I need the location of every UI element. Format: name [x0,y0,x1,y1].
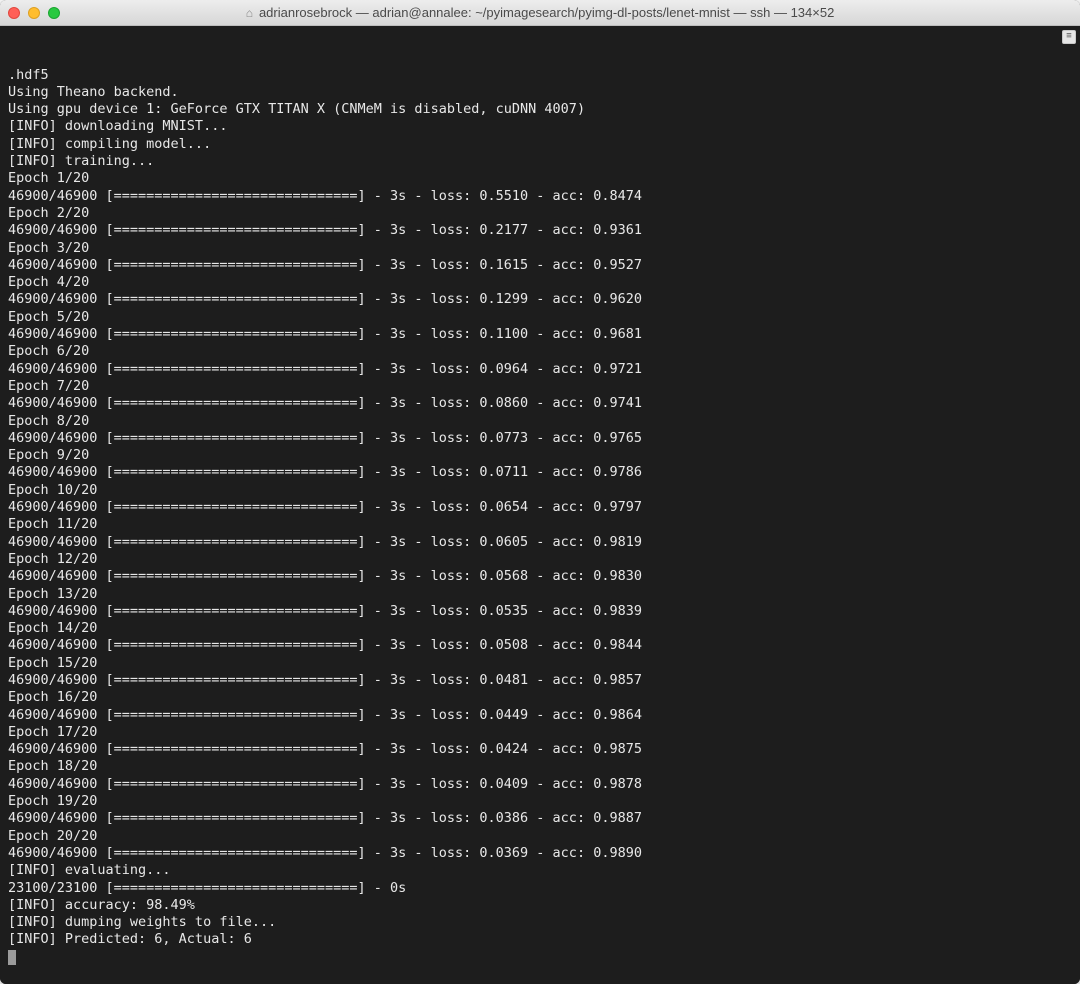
terminal-line: [INFO] compiling model... [8,136,1074,153]
scrollbar[interactable]: ≡ [1062,30,1076,980]
epoch-header: Epoch 13/20 [8,586,1074,603]
terminal-line: [INFO] training... [8,153,1074,170]
epoch-header: Epoch 2/20 [8,205,1074,222]
epoch-progress: 46900/46900 [===========================… [8,568,1074,585]
epoch-progress: 46900/46900 [===========================… [8,534,1074,551]
eval-progress: 23100/23100 [===========================… [8,880,1074,897]
minimize-button[interactable] [28,7,40,19]
epoch-header: Epoch 1/20 [8,170,1074,187]
epoch-progress: 46900/46900 [===========================… [8,672,1074,689]
epoch-header: Epoch 15/20 [8,655,1074,672]
epoch-progress: 46900/46900 [===========================… [8,188,1074,205]
epoch-header: Epoch 3/20 [8,240,1074,257]
close-button[interactable] [8,7,20,19]
epoch-progress: 46900/46900 [===========================… [8,603,1074,620]
epoch-progress: 46900/46900 [===========================… [8,430,1074,447]
terminal-body[interactable]: .hdf5Using Theano backend.Using gpu devi… [0,26,1080,984]
epoch-progress: 46900/46900 [===========================… [8,845,1074,862]
window-titlebar[interactable]: ⌂ adrianrosebrock — adrian@annalee: ~/py… [0,0,1080,26]
epoch-header: Epoch 7/20 [8,378,1074,395]
epoch-header: Epoch 18/20 [8,758,1074,775]
window-title: ⌂ adrianrosebrock — adrian@annalee: ~/py… [0,5,1080,20]
epoch-header: Epoch 5/20 [8,309,1074,326]
epoch-progress: 46900/46900 [===========================… [8,291,1074,308]
window-title-text: adrianrosebrock — adrian@annalee: ~/pyim… [259,5,834,20]
terminal-window: ⌂ adrianrosebrock — adrian@annalee: ~/py… [0,0,1080,984]
epoch-header: Epoch 16/20 [8,689,1074,706]
terminal-line: Using gpu device 1: GeForce GTX TITAN X … [8,101,1074,118]
epoch-progress: 46900/46900 [===========================… [8,810,1074,827]
epoch-header: Epoch 17/20 [8,724,1074,741]
epoch-progress: 46900/46900 [===========================… [8,499,1074,516]
epoch-progress: 46900/46900 [===========================… [8,222,1074,239]
epoch-header: Epoch 9/20 [8,447,1074,464]
terminal-cursor-line [8,949,1074,966]
traffic-lights [8,7,60,19]
zoom-button[interactable] [48,7,60,19]
epoch-progress: 46900/46900 [===========================… [8,741,1074,758]
epoch-header: Epoch 14/20 [8,620,1074,637]
epoch-progress: 46900/46900 [===========================… [8,637,1074,654]
epoch-header: Epoch 12/20 [8,551,1074,568]
terminal-line: [INFO] accuracy: 98.49% [8,897,1074,914]
terminal-content: .hdf5Using Theano backend.Using gpu devi… [8,67,1074,966]
terminal-line: .hdf5 [8,67,1074,84]
epoch-progress: 46900/46900 [===========================… [8,464,1074,481]
epoch-header: Epoch 4/20 [8,274,1074,291]
terminal-line: Using Theano backend. [8,84,1074,101]
epoch-progress: 46900/46900 [===========================… [8,361,1074,378]
home-icon: ⌂ [246,6,253,20]
epoch-header: Epoch 6/20 [8,343,1074,360]
epoch-progress: 46900/46900 [===========================… [8,707,1074,724]
epoch-progress: 46900/46900 [===========================… [8,395,1074,412]
terminal-line: [INFO] evaluating... [8,862,1074,879]
terminal-line: [INFO] Predicted: 6, Actual: 6 [8,931,1074,948]
epoch-progress: 46900/46900 [===========================… [8,257,1074,274]
terminal-line: [INFO] downloading MNIST... [8,118,1074,135]
scroll-up-icon[interactable]: ≡ [1062,30,1076,44]
epoch-header: Epoch 11/20 [8,516,1074,533]
epoch-progress: 46900/46900 [===========================… [8,776,1074,793]
epoch-header: Epoch 8/20 [8,413,1074,430]
epoch-header: Epoch 10/20 [8,482,1074,499]
cursor-block [8,950,16,965]
terminal-line: [INFO] dumping weights to file... [8,914,1074,931]
epoch-header: Epoch 20/20 [8,828,1074,845]
epoch-header: Epoch 19/20 [8,793,1074,810]
epoch-progress: 46900/46900 [===========================… [8,326,1074,343]
